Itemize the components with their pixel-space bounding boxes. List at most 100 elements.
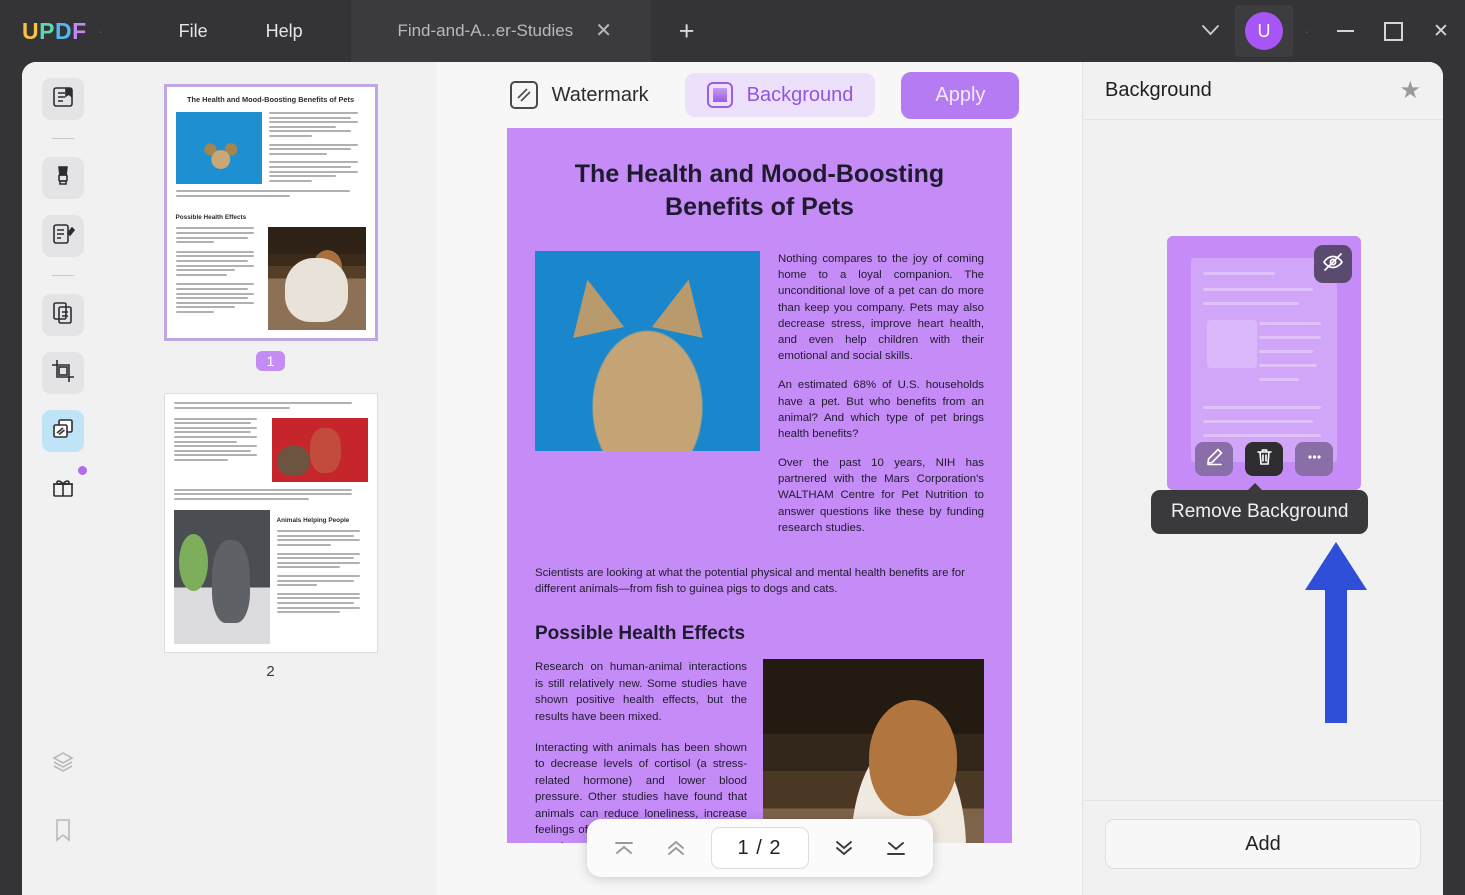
sidebar-item-reader[interactable]: [42, 78, 84, 120]
section-heading: Possible Health Effects: [535, 623, 746, 645]
page-thumbnail-panel[interactable]: The Health and Mood-Boosting Benefits of…: [104, 62, 437, 895]
thumbnail-page-1-label: 1: [255, 351, 286, 372]
annotation-arrow-icon: [1301, 538, 1371, 728]
last-page-button[interactable]: [873, 826, 919, 870]
intro-paragraph-1: Nothing compares to the joy of coming ho…: [778, 253, 984, 363]
remove-background-tooltip: Remove Background: [1151, 483, 1369, 534]
page-top-row: Nothing compares to the joy of coming ho…: [535, 251, 984, 549]
pencil-icon: [1205, 447, 1224, 471]
section-column: Research on human-animal interactions is…: [535, 659, 747, 843]
panel-footer: Add: [1083, 800, 1443, 895]
sidebar-item-crop[interactable]: [42, 352, 84, 394]
eye-off-icon: [1322, 251, 1344, 278]
background-preview-inner: [1191, 258, 1337, 462]
document-tab[interactable]: Find-and-A...er-Studies ✕: [350, 0, 651, 62]
bookmark-icon: [50, 817, 76, 848]
logo-letter-u: U: [22, 17, 40, 44]
background-tab-label: Background: [746, 83, 854, 106]
thumb2-red-image: [271, 417, 368, 482]
menu-file[interactable]: File: [165, 15, 222, 48]
sidebar-item-organize[interactable]: [42, 294, 84, 336]
logo-separator: ·: [98, 23, 103, 39]
page-bottom-row: Research on human-animal interactions is…: [535, 659, 984, 843]
rail-divider-2: [52, 275, 74, 276]
user-avatar-button[interactable]: U: [1235, 5, 1293, 57]
thumb-section-heading: Possible Health Effects: [175, 214, 247, 222]
rail-bottom-group: [22, 743, 104, 879]
favorite-star-icon[interactable]: ★: [1399, 76, 1421, 105]
book-reader-icon: [50, 84, 76, 115]
thumbnail-page-2-preview: Animals Helping People: [165, 394, 377, 652]
panel-header: Background ★: [1083, 62, 1443, 120]
tab-watermark[interactable]: Watermark: [500, 75, 659, 115]
sidebar-item-bookmark[interactable]: [42, 811, 84, 853]
intro-column: Nothing compares to the joy of coming ho…: [778, 251, 984, 549]
hide-background-button[interactable]: [1314, 245, 1352, 283]
tab-close-icon[interactable]: ✕: [595, 21, 612, 41]
page-title: The Health and Mood-Boosting Benefits of…: [574, 160, 945, 221]
thumbnail-page-1-preview: The Health and Mood-Boosting Benefits of…: [167, 87, 375, 338]
minimize-button[interactable]: [1321, 0, 1369, 62]
thumb2-right-col: Animals Helping People: [276, 510, 368, 644]
title-bar: U P D F · File Help Find-and-A...er-Stud…: [0, 0, 1465, 62]
previous-page-button[interactable]: [653, 826, 699, 870]
logo-letter-d: D: [54, 17, 73, 44]
avatar: U: [1245, 12, 1283, 50]
watermark-tab-label: Watermark: [551, 83, 649, 106]
section-paragraph-1: Research on human-animal interactions is…: [535, 661, 747, 723]
wide-paragraph: Scientists are looking at what the poten…: [535, 567, 965, 596]
thumb2-heading: Animals Helping People: [276, 517, 350, 525]
background-panel: Background ★ Remove Background Add: [1082, 62, 1443, 895]
remove-background-button[interactable]: [1245, 442, 1283, 476]
thumb-section-col: [175, 227, 261, 330]
updf-window: U P D F · File Help Find-and-A...er-Stud…: [0, 0, 1465, 895]
dog-photo: [763, 659, 984, 843]
window-controls: U · ✕: [1186, 0, 1465, 62]
maximize-button[interactable]: [1369, 0, 1417, 62]
thumb-title: The Health and Mood-Boosting Benefits of…: [186, 95, 355, 104]
thumb-cat-image: [175, 111, 262, 184]
panel-title: Background: [1105, 79, 1212, 101]
thumbnail-page-2[interactable]: Animals Helping People: [163, 393, 378, 654]
first-page-button[interactable]: [601, 826, 647, 870]
page-number-input[interactable]: 1 / 2: [710, 827, 809, 869]
logo-letter-f: F: [72, 17, 87, 44]
tool-rail: [22, 62, 104, 895]
edit-background-button[interactable]: [1195, 442, 1233, 476]
background-preview-card[interactable]: [1167, 236, 1361, 490]
more-options-button[interactable]: [1295, 442, 1333, 476]
panel-body: Remove Background: [1083, 120, 1443, 800]
watermark-pages-icon: [50, 416, 76, 447]
controls-separator: ·: [1304, 23, 1310, 39]
document-scroll[interactable]: The Health and Mood-Boosting Benefits of…: [437, 128, 1082, 895]
next-page-button[interactable]: [821, 826, 867, 870]
add-background-button[interactable]: Add: [1105, 819, 1421, 869]
thumb2-gray-cat-image: [173, 510, 270, 645]
intro-paragraph-3: Over the past 10 years, NIH has partnere…: [778, 457, 984, 534]
sidebar-item-comment[interactable]: [42, 157, 84, 199]
pdf-page-1[interactable]: The Health and Mood-Boosting Benefits of…: [507, 128, 1012, 843]
chevron-down-icon[interactable]: [1186, 13, 1235, 50]
sidebar-item-watermark[interactable]: [42, 410, 84, 452]
cat-photo: [535, 251, 760, 451]
new-tab-icon[interactable]: +: [679, 17, 695, 45]
sidebar-item-layers[interactable]: [42, 743, 84, 785]
crop-icon: [50, 358, 76, 389]
document-toolbar: Watermark Background Apply: [437, 62, 1082, 128]
close-button[interactable]: ✕: [1417, 0, 1465, 62]
menu-help[interactable]: Help: [252, 15, 317, 48]
thumb-intro-col: [268, 111, 366, 184]
highlighter-icon: [50, 163, 76, 194]
tab-background[interactable]: Background: [684, 73, 876, 117]
ellipsis-icon: [1305, 447, 1324, 471]
gift-box-icon: [50, 474, 76, 505]
intro-paragraph-2: An estimated 68% of U.S. households have…: [778, 379, 984, 440]
thumb2-left-col: [173, 417, 265, 482]
thumbnail-page-1[interactable]: The Health and Mood-Boosting Benefits of…: [163, 84, 378, 342]
sidebar-item-gift[interactable]: [42, 466, 87, 510]
background-icon: [706, 82, 733, 108]
sidebar-item-edit[interactable]: [42, 215, 84, 257]
rail-divider-1: [52, 138, 74, 139]
apply-button[interactable]: Apply: [901, 71, 1020, 119]
updf-logo: U P D F: [22, 18, 87, 45]
